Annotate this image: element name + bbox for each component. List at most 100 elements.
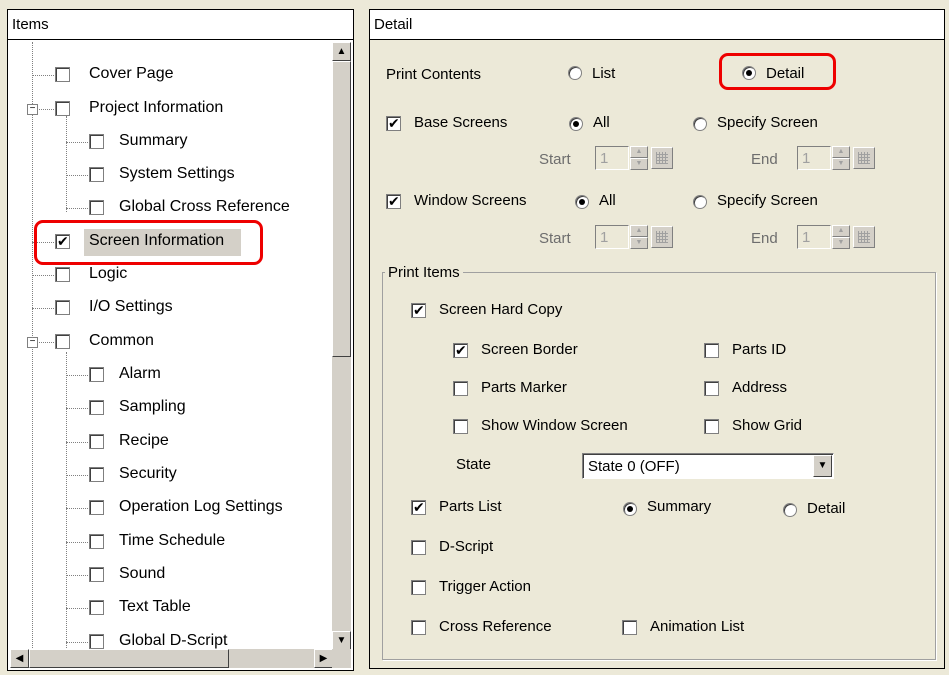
- vertical-scrollbar[interactable]: ▲ ▼: [332, 42, 351, 650]
- checkbox-parts-list[interactable]: ✔: [411, 499, 426, 515]
- tree-item-system-settings[interactable]: System Settings: [119, 165, 235, 183]
- radio-list[interactable]: [568, 66, 582, 80]
- checkbox-io-settings[interactable]: [55, 300, 70, 315]
- collapse-icon[interactable]: −: [27, 337, 38, 348]
- checkbox-show-grid[interactable]: [704, 419, 719, 434]
- spin-down-icon[interactable]: ▼: [832, 158, 850, 170]
- radio-list-label[interactable]: List: [592, 65, 615, 82]
- tree-item-time-schedule[interactable]: Time Schedule: [119, 532, 225, 550]
- tree-item-sampling[interactable]: Sampling: [119, 398, 186, 416]
- tree-item-project-information[interactable]: Project Information: [89, 99, 223, 117]
- spin-up-icon[interactable]: ▲: [630, 225, 648, 237]
- horizontal-scrollbar[interactable]: ◀ ▶: [10, 649, 333, 668]
- checkbox-global-d-script[interactable]: [89, 634, 104, 649]
- checkbox-parts-id[interactable]: [704, 343, 719, 358]
- checkbox-animation-list[interactable]: [622, 620, 637, 635]
- window-screens-label[interactable]: Window Screens: [414, 192, 527, 209]
- base-end-field[interactable]: 1: [797, 146, 831, 170]
- checkbox-operation-log-settings[interactable]: [89, 500, 104, 515]
- base-screens-label[interactable]: Base Screens: [414, 114, 507, 131]
- checkbox-base-screens[interactable]: ✔: [386, 115, 401, 131]
- spin-up-icon[interactable]: ▲: [832, 146, 850, 158]
- checkbox-project-information[interactable]: [55, 101, 70, 116]
- radio-parts-summary[interactable]: [623, 502, 637, 516]
- collapse-icon[interactable]: −: [27, 104, 38, 115]
- checkbox-d-script[interactable]: [411, 540, 426, 555]
- parts-list-label[interactable]: Parts List: [439, 498, 502, 515]
- window-start-keypad-button[interactable]: [651, 226, 673, 248]
- scroll-right-icon[interactable]: ▶: [314, 649, 333, 668]
- tree-item-security[interactable]: Security: [119, 465, 177, 483]
- window-end-spinner[interactable]: 1 ▲ ▼: [797, 225, 877, 249]
- checkbox-text-table[interactable]: [89, 600, 104, 615]
- tree-item-alarm[interactable]: Alarm: [119, 365, 161, 383]
- base-start-field[interactable]: 1: [595, 146, 629, 170]
- checkbox-security[interactable]: [89, 467, 104, 482]
- checkbox-sampling[interactable]: [89, 400, 104, 415]
- radio-base-all-label[interactable]: All: [593, 114, 610, 131]
- checkbox-time-schedule[interactable]: [89, 534, 104, 549]
- state-dropdown[interactable]: State 0 (OFF) ▼: [582, 453, 834, 479]
- trigger-action-label[interactable]: Trigger Action: [439, 578, 531, 595]
- screen-hard-copy-label[interactable]: Screen Hard Copy: [439, 301, 562, 318]
- scroll-thumb-horizontal[interactable]: [29, 649, 229, 668]
- items-tree[interactable]: Cover Page − Project Information Summary…: [10, 42, 335, 650]
- checkbox-global-cross-reference[interactable]: [89, 200, 104, 215]
- checkbox-recipe[interactable]: [89, 434, 104, 449]
- checkbox-common[interactable]: [55, 334, 70, 349]
- radio-window-all-label[interactable]: All: [599, 192, 616, 209]
- tree-item-global-cross-reference[interactable]: Global Cross Reference: [119, 198, 290, 216]
- checkbox-screen-border[interactable]: ✔: [453, 342, 468, 358]
- parts-marker-label[interactable]: Parts Marker: [481, 379, 567, 396]
- d-script-label[interactable]: D-Script: [439, 538, 493, 555]
- window-end-field[interactable]: 1: [797, 225, 831, 249]
- checkbox-summary[interactable]: [89, 134, 104, 149]
- checkbox-trigger-action[interactable]: [411, 580, 426, 595]
- checkbox-show-window-screen[interactable]: [453, 419, 468, 434]
- animation-list-label[interactable]: Animation List: [650, 618, 744, 635]
- radio-window-specify[interactable]: [693, 195, 707, 209]
- scroll-down-icon[interactable]: ▼: [332, 631, 351, 650]
- radio-parts-detail[interactable]: [783, 503, 797, 517]
- parts-id-label[interactable]: Parts ID: [732, 341, 786, 358]
- tree-item-common[interactable]: Common: [89, 332, 154, 350]
- radio-base-all[interactable]: [569, 117, 583, 131]
- scroll-up-icon[interactable]: ▲: [332, 42, 351, 61]
- base-start-spinner[interactable]: 1 ▲ ▼: [595, 146, 675, 170]
- tree-item-cover-page[interactable]: Cover Page: [89, 65, 174, 83]
- checkbox-address[interactable]: [704, 381, 719, 396]
- window-start-spinner[interactable]: 1 ▲ ▼: [595, 225, 675, 249]
- tree-item-logic[interactable]: Logic: [89, 265, 127, 283]
- tree-item-global-d-script[interactable]: Global D-Script: [119, 632, 227, 650]
- tree-item-sound[interactable]: Sound: [119, 565, 165, 583]
- cross-reference-label[interactable]: Cross Reference: [439, 618, 552, 635]
- checkbox-cross-reference[interactable]: [411, 620, 426, 635]
- tree-item-text-table[interactable]: Text Table: [119, 598, 191, 616]
- tree-item-io-settings[interactable]: I/O Settings: [89, 298, 173, 316]
- spin-up-icon[interactable]: ▲: [832, 225, 850, 237]
- checkbox-cover-page[interactable]: [55, 67, 70, 82]
- screen-border-label[interactable]: Screen Border: [481, 341, 578, 358]
- radio-base-specify[interactable]: [693, 117, 707, 131]
- checkbox-window-screens[interactable]: ✔: [386, 193, 401, 209]
- show-grid-label[interactable]: Show Grid: [732, 417, 802, 434]
- spin-up-icon[interactable]: ▲: [630, 146, 648, 158]
- spin-down-icon[interactable]: ▼: [630, 237, 648, 249]
- checkbox-screen-hard-copy[interactable]: ✔: [411, 302, 426, 318]
- window-end-keypad-button[interactable]: [853, 226, 875, 248]
- spin-down-icon[interactable]: ▼: [630, 158, 648, 170]
- scroll-thumb[interactable]: [332, 61, 351, 357]
- radio-base-specify-label[interactable]: Specify Screen: [717, 114, 818, 131]
- base-start-keypad-button[interactable]: [651, 147, 673, 169]
- checkbox-alarm[interactable]: [89, 367, 104, 382]
- radio-parts-detail-label[interactable]: Detail: [807, 500, 845, 517]
- scroll-left-icon[interactable]: ◀: [10, 649, 29, 668]
- spin-down-icon[interactable]: ▼: [832, 237, 850, 249]
- radio-window-all[interactable]: [575, 195, 589, 209]
- window-start-field[interactable]: 1: [595, 225, 629, 249]
- checkbox-sound[interactable]: [89, 567, 104, 582]
- checkbox-logic[interactable]: [55, 267, 70, 282]
- dropdown-arrow-icon[interactable]: ▼: [813, 455, 832, 477]
- radio-window-specify-label[interactable]: Specify Screen: [717, 192, 818, 209]
- base-end-keypad-button[interactable]: [853, 147, 875, 169]
